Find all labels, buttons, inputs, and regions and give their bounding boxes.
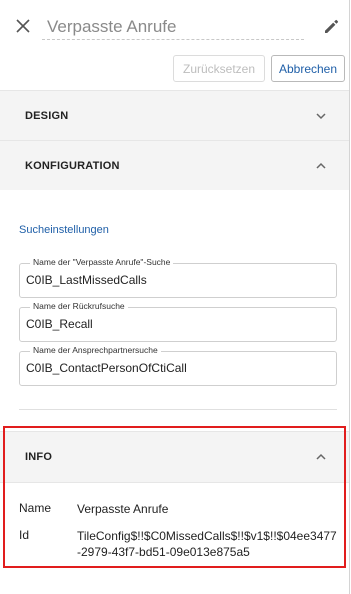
recall-search-field[interactable]: Name der Rückrufsuche (19, 301, 337, 342)
contact-person-search-field[interactable]: Name der Ansprechpartnersuche (19, 345, 337, 386)
chevron-up-icon (316, 162, 326, 169)
field-label: Name der "Verpasste Anrufe"-Suche (30, 257, 174, 268)
section-design-header[interactable]: DESIGN (0, 90, 349, 140)
section-info-label: INFO (25, 451, 53, 463)
field-label: Name der Ansprechpartnersuche (30, 345, 161, 356)
missed-calls-search-input[interactable] (26, 273, 326, 287)
section-design-label: DESIGN (25, 109, 69, 122)
title-input[interactable] (42, 14, 304, 40)
search-settings-title: Sucheinstellungen (19, 224, 109, 236)
reset-button[interactable]: Zurücksetzen (173, 55, 265, 82)
contact-person-search-input[interactable] (26, 361, 326, 375)
info-id-key: Id (19, 528, 30, 542)
section-info-header[interactable]: INFO (0, 431, 349, 483)
section-konfiguration-label: KONFIGURATION (25, 159, 120, 172)
cancel-button[interactable]: Abbrechen (271, 55, 345, 82)
recall-search-input[interactable] (26, 317, 326, 331)
info-name-value: Verpasste Anrufe (77, 502, 169, 516)
divider (19, 409, 337, 410)
info-id-value: TileConfig$!!$C0MissedCalls$!!$v1$!!$04e… (77, 529, 337, 559)
chevron-up-icon (316, 453, 326, 460)
pencil-icon[interactable] (322, 18, 340, 36)
chevron-down-icon (316, 112, 326, 119)
section-konfiguration-header[interactable]: KONFIGURATION (0, 140, 349, 190)
info-name-key: Name (19, 501, 52, 515)
close-icon[interactable] (15, 18, 31, 34)
field-label: Name der Rückrufsuche (30, 301, 128, 312)
settings-panel: Zurücksetzen Abbrechen DESIGN KONFIGURAT… (0, 0, 350, 594)
missed-calls-search-field[interactable]: Name der "Verpasste Anrufe"-Suche (19, 257, 337, 298)
